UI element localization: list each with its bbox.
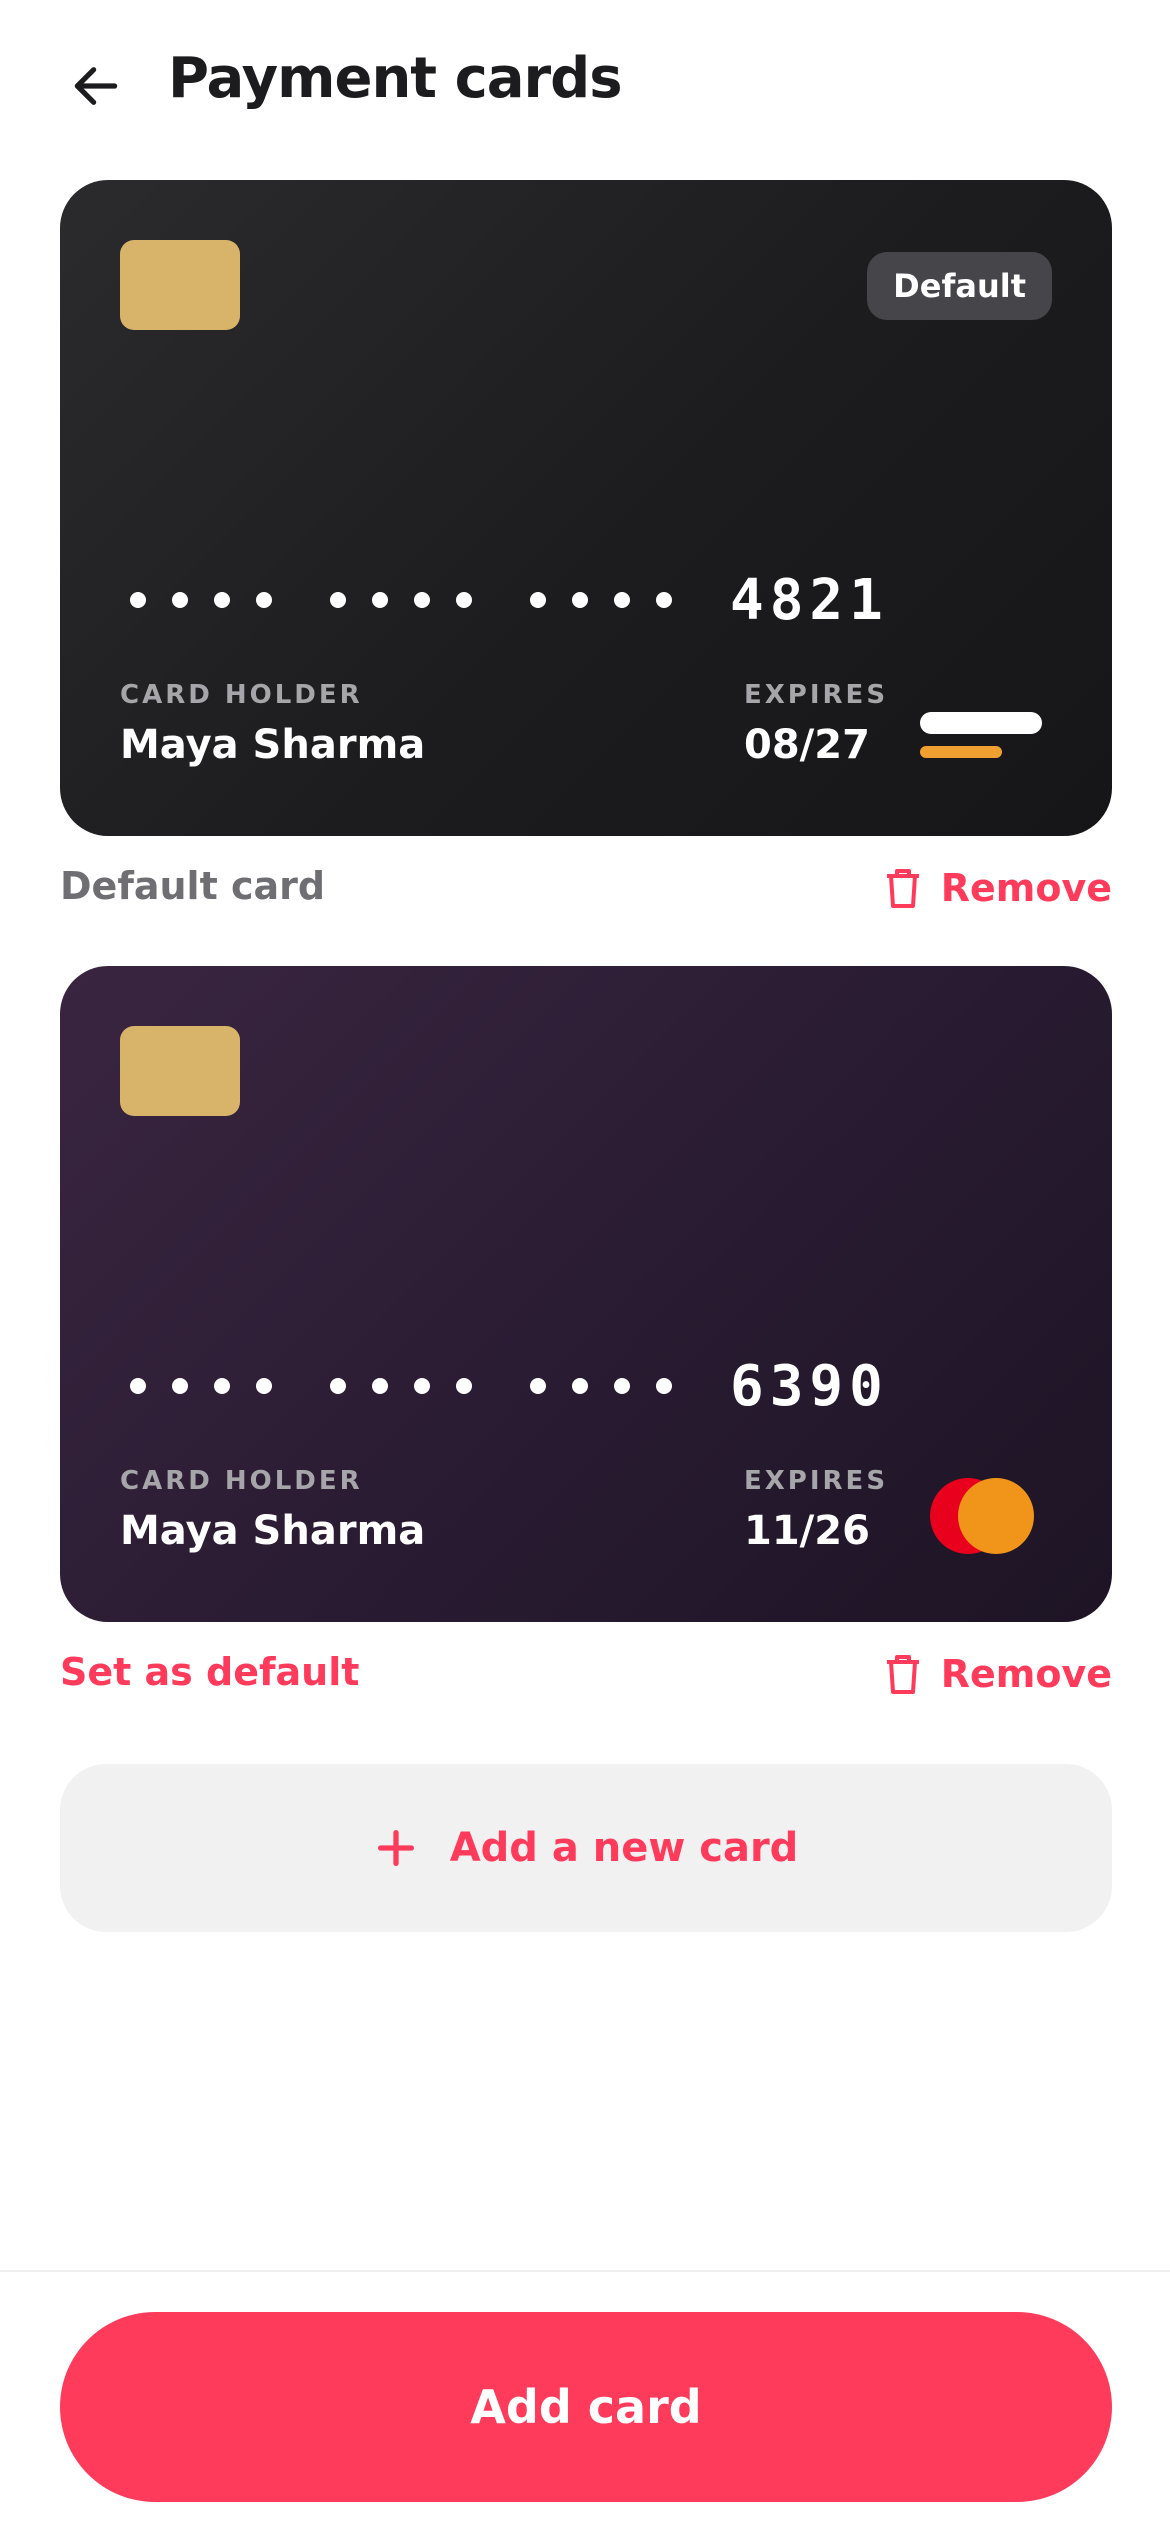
card-holder-name: Maya Sharma (120, 722, 426, 768)
remove-card-button[interactable]: Remove (883, 1644, 1112, 1704)
remove-card-button[interactable]: Remove (883, 858, 1112, 918)
arrow-left-icon (74, 67, 118, 105)
page-title: Payment cards (168, 46, 623, 111)
add-new-card-button[interactable]: Add a new card (60, 1764, 1112, 1932)
plus-icon (377, 1829, 414, 1867)
card-last-four: 6390 (730, 1353, 889, 1419)
set-as-default-button[interactable]: Set as default (60, 1650, 359, 1694)
card-chip-icon (120, 1026, 240, 1116)
payment-card[interactable]: 6390 CARD HOLDER Maya Sharma EXPIRES 11/… (60, 966, 1112, 1622)
masked-digits-group (530, 1378, 672, 1394)
card-brand-bars-icon (920, 712, 1050, 772)
card-holder-name: Maya Sharma (120, 1508, 426, 1554)
card-number: 6390 (130, 1346, 889, 1426)
default-card-status: Default card (60, 864, 326, 908)
mastercard-logo-icon (930, 1478, 1040, 1554)
card-holder-label: CARD HOLDER (120, 680, 363, 710)
add-new-card-label: Add a new card (449, 1825, 799, 1871)
card-holder-label: CARD HOLDER (120, 1466, 363, 1496)
card-chip-icon (120, 240, 240, 330)
trash-icon (886, 1655, 919, 1694)
add-card-button[interactable]: Add card (60, 2312, 1112, 2502)
expires-label: EXPIRES (744, 1466, 889, 1496)
bottom-action-bar: Add card (0, 2270, 1170, 2532)
trash-icon (886, 869, 919, 908)
remove-label: Remove (940, 866, 1112, 910)
expiry-date: 11/26 (744, 1508, 870, 1554)
masked-digits-group (130, 592, 272, 608)
payment-card-default[interactable]: Default 4821 CARD HOLDER Maya Sharma EXP… (60, 180, 1112, 836)
card-actions-row: Default card Remove (60, 858, 1112, 918)
default-badge: Default (867, 252, 1052, 320)
card-actions-row: Set as default Remove (60, 1644, 1112, 1704)
masked-digits-group (530, 592, 672, 608)
expiry-date: 08/27 (744, 722, 870, 768)
expires-label: EXPIRES (744, 680, 889, 710)
top-app-bar: Payment cards (0, 0, 1170, 170)
masked-digits-group (330, 592, 472, 608)
masked-digits-group (330, 1378, 472, 1394)
card-last-four: 4821 (730, 567, 889, 633)
card-number: 4821 (130, 560, 889, 640)
remove-label: Remove (940, 1652, 1112, 1696)
back-button[interactable] (60, 50, 132, 122)
masked-digits-group (130, 1378, 272, 1394)
